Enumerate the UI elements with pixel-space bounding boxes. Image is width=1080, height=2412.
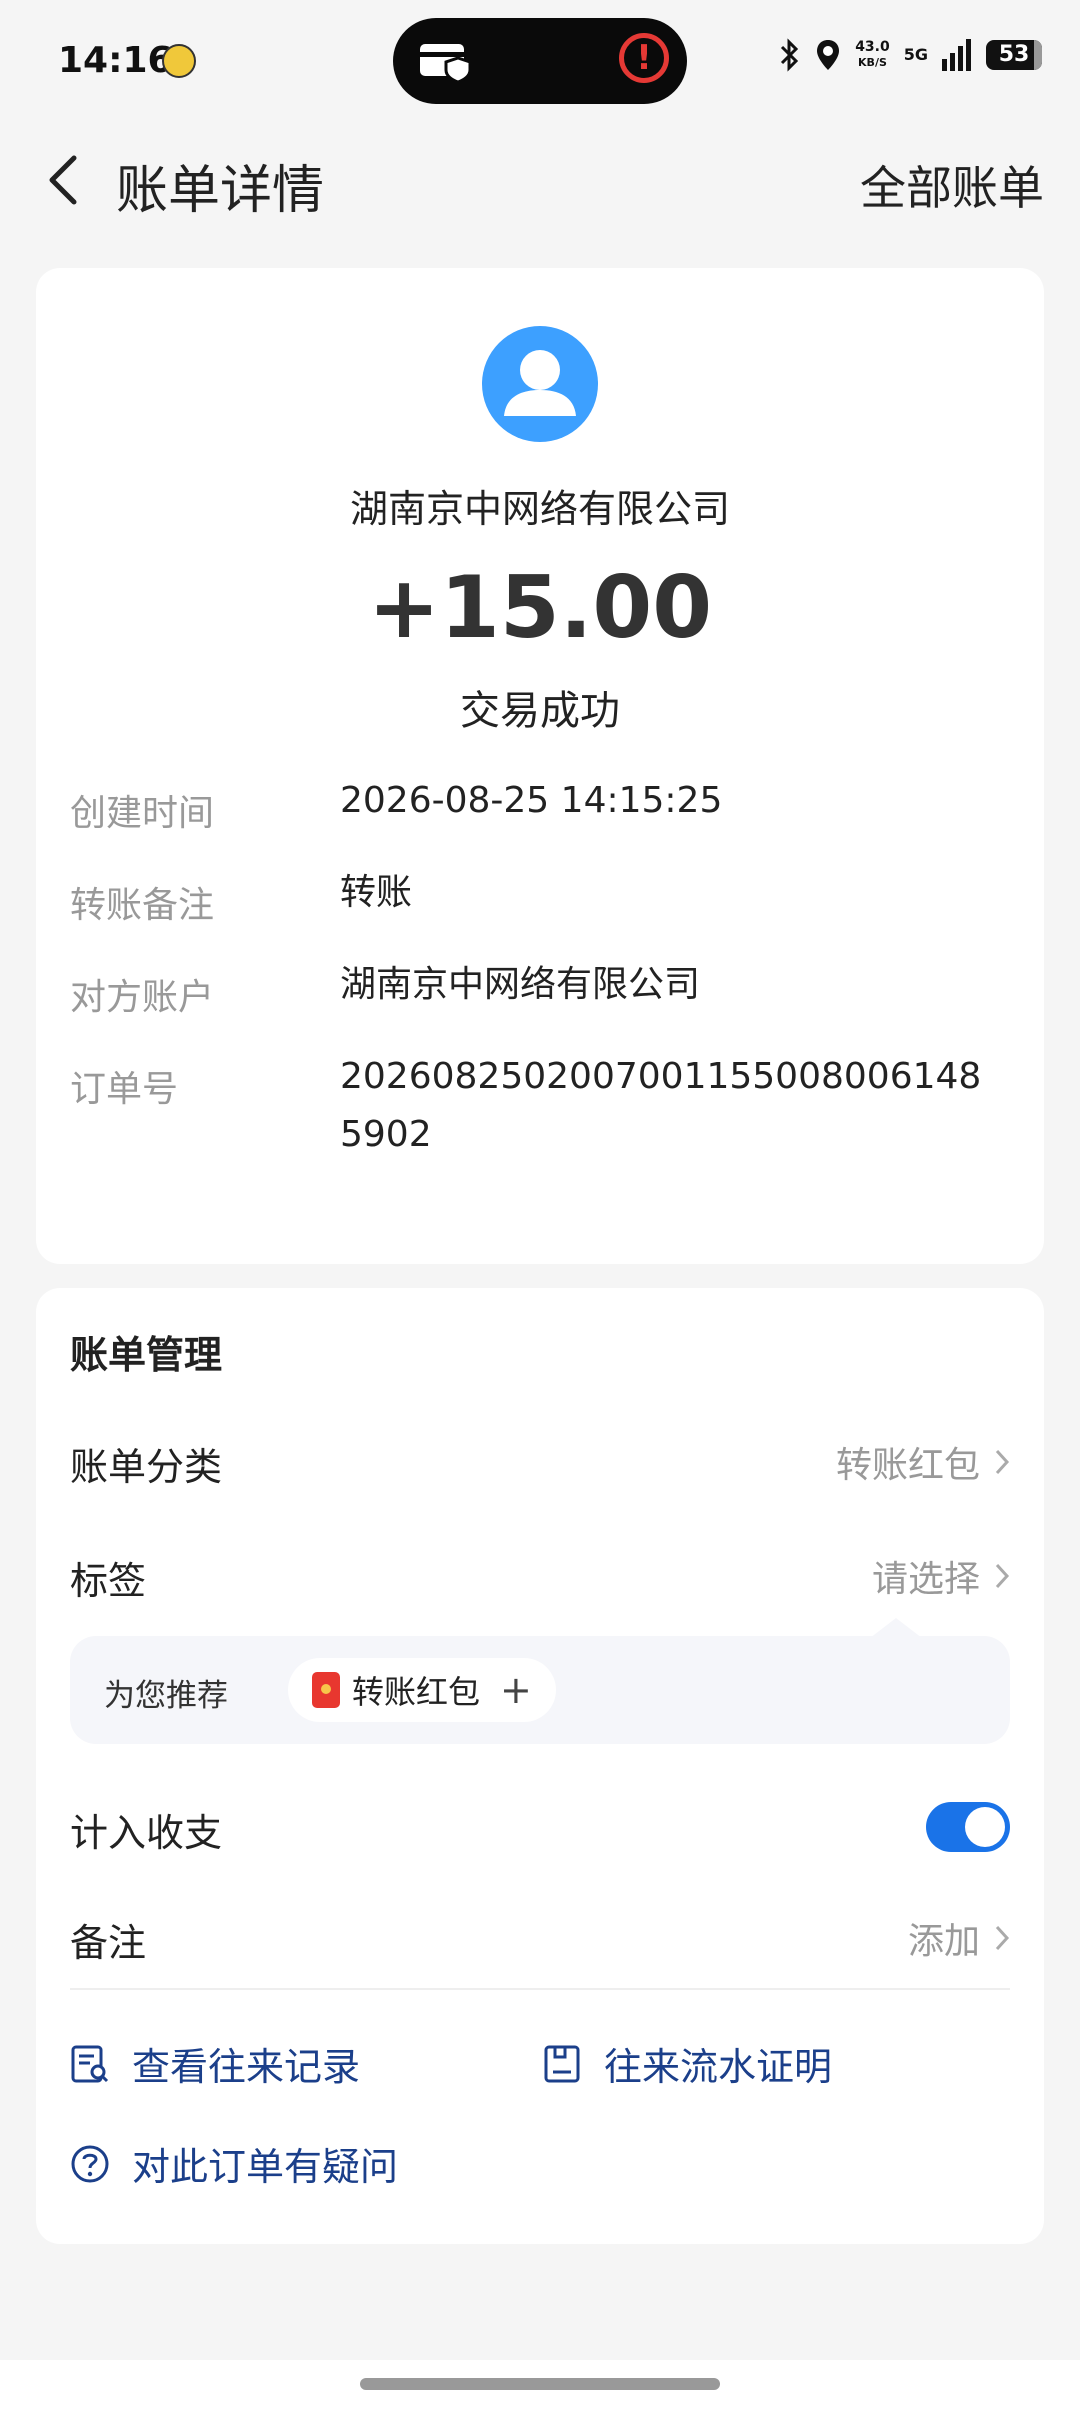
detail-value-created: 2026-08-25 14:15:25 — [340, 780, 723, 821]
back-arrow-icon[interactable] — [36, 150, 96, 210]
bluetooth-icon — [781, 38, 799, 72]
document-icon — [544, 2045, 580, 2082]
status-time: 14:16 — [58, 40, 173, 81]
category-selector[interactable]: 转账红包 — [836, 1436, 1010, 1488]
detail-label-remark: 转账备注 — [70, 885, 215, 926]
counterparty-name: 湖南京中网络有限公司 — [349, 487, 730, 531]
alert-icon: ! — [619, 33, 669, 83]
note-add-button[interactable]: 添加 — [908, 1912, 1010, 1964]
transaction-amount: +15.00 — [367, 558, 713, 658]
detail-label-account: 对方账户 — [70, 977, 215, 1018]
net-speed: 43.0 KB/S — [855, 40, 890, 70]
plus-icon: + — [500, 1668, 532, 1712]
statement-proof-label: 往来流水证明 — [604, 2045, 833, 2089]
detail-label-created: 创建时间 — [70, 793, 215, 834]
divider — [70, 1988, 1010, 1990]
section-title: 账单管理 — [70, 1333, 223, 1377]
recommend-chip[interactable]: 转账红包 + — [288, 1658, 556, 1722]
dynamic-island: ! — [393, 18, 687, 104]
battery-icon: 53 — [986, 40, 1042, 70]
chevron-right-icon — [995, 1563, 1010, 1589]
view-history-label: 查看往来记录 — [132, 2045, 361, 2089]
transaction-status: 交易成功 — [460, 688, 620, 734]
location-icon — [817, 40, 840, 70]
tag-recommendation-panel: 为您推荐 转账红包 + — [70, 1618, 1010, 1744]
include-label: 计入收支 — [70, 1811, 223, 1855]
tag-value: 请选择 — [871, 1559, 980, 1600]
app-header: 账单详情 全部账单 — [0, 130, 1080, 230]
category-value: 转账红包 — [835, 1445, 980, 1486]
home-indicator[interactable] — [360, 2378, 720, 2390]
chevron-right-icon — [995, 1925, 1010, 1951]
include-toggle[interactable] — [926, 1802, 1010, 1852]
network-type: 5G — [903, 45, 928, 64]
avatar — [482, 326, 598, 442]
view-history-link[interactable]: 查看往来记录 — [70, 2036, 360, 2091]
red-packet-icon — [312, 1672, 340, 1708]
detail-label-order: 订单号 — [70, 1069, 179, 1110]
note-value: 添加 — [907, 1921, 980, 1962]
card-shield-icon — [420, 44, 472, 82]
category-label: 账单分类 — [70, 1445, 223, 1489]
tag-selector[interactable]: 请选择 — [872, 1550, 1010, 1602]
all-bills-button[interactable]: 全部账单 — [860, 152, 1044, 218]
recommend-label: 为您推荐 — [104, 1678, 228, 1714]
bill-management-card: 账单管理 账单分类 转账红包 标签 请选择 为您推荐 转账红包 + 计入收支 备… — [36, 1288, 1044, 2244]
page-title: 账单详情 — [116, 161, 325, 221]
detail-value-order[interactable]: 20260825020070011550080061485902 — [340, 1048, 1000, 1164]
question-icon — [71, 2145, 109, 2182]
signal-icon — [942, 39, 971, 71]
net-speed-value: 43.0 — [855, 39, 890, 55]
chip-label: 转账红包 — [352, 1673, 481, 1711]
battery-level: 53 — [998, 42, 1030, 67]
order-question-label: 对此订单有疑问 — [132, 2145, 399, 2189]
statement-proof-link[interactable]: 往来流水证明 — [542, 2036, 832, 2091]
order-question-link[interactable]: 对此订单有疑问 — [70, 2136, 398, 2191]
chevron-right-icon — [995, 1449, 1010, 1475]
status-bar: 14:16 ! 43.0 KB/S 5G 53 — [0, 0, 1080, 120]
detail-value-remark: 转账 — [340, 872, 413, 913]
user-icon — [504, 350, 576, 416]
tag-label: 标签 — [70, 1559, 147, 1603]
pointer-arrow — [870, 1618, 922, 1638]
note-label: 备注 — [70, 1921, 147, 1965]
net-speed-unit: KB/S — [858, 56, 887, 69]
emoji-face-icon — [162, 44, 196, 78]
record-search-icon — [71, 2045, 109, 2082]
detail-value-account: 湖南京中网络有限公司 — [340, 964, 701, 1005]
transaction-card: 湖南京中网络有限公司 +15.00 交易成功 创建时间 2026-08-25 1… — [36, 268, 1044, 1264]
